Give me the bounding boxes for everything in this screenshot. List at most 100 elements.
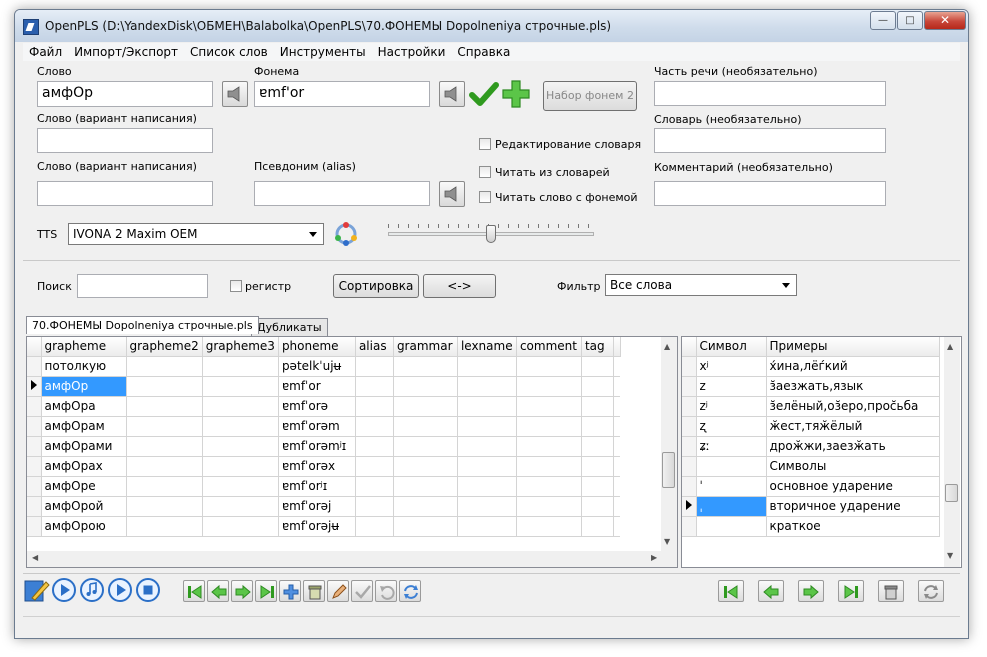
play-icon[interactable] [52, 578, 78, 602]
menu-word-list[interactable]: Список слов [184, 45, 274, 59]
cell-comment[interactable] [516, 456, 582, 477]
grid-vertical-scrollbar[interactable]: ▲ ▼ [661, 337, 677, 551]
cell-grapheme2[interactable] [126, 376, 203, 397]
cell-grapheme2[interactable] [126, 496, 203, 517]
row-header[interactable] [27, 516, 42, 537]
scroll-thumb[interactable] [945, 484, 958, 502]
cell-alias[interactable] [355, 356, 394, 377]
col-alias[interactable]: alias [355, 337, 394, 357]
cell-alias[interactable] [355, 416, 394, 437]
cell-comment[interactable] [516, 516, 582, 537]
cell-grapheme[interactable]: амфОрах [41, 456, 127, 477]
scroll-left-icon[interactable]: ◀ [32, 553, 38, 562]
spelling2-field[interactable] [37, 181, 213, 206]
cell-grapheme2[interactable] [126, 516, 203, 537]
list-item[interactable]: краткое [682, 516, 940, 537]
menu-settings[interactable]: Настройки [372, 45, 452, 59]
add-plus-icon[interactable] [502, 80, 530, 108]
row-header[interactable] [682, 456, 697, 477]
list-item[interactable]: xʲ х́ина,лёѓкий [682, 356, 940, 377]
cell-grapheme[interactable]: амфОрою [41, 516, 127, 537]
cell-grapheme3[interactable] [202, 376, 279, 397]
cell-grapheme3[interactable] [202, 416, 279, 437]
cell-phoneme[interactable]: ɐmfˈorəj [278, 496, 356, 517]
symbols-next-button[interactable] [798, 580, 824, 602]
cell-lexname[interactable] [457, 376, 517, 397]
row-header[interactable] [27, 456, 42, 477]
cell-symbol[interactable]: xʲ [696, 356, 767, 377]
cell-comment[interactable] [516, 376, 582, 397]
cell-grapheme3[interactable] [202, 516, 279, 537]
col-grammar[interactable]: grammar [393, 337, 458, 357]
row-header[interactable] [682, 496, 697, 517]
cell-grapheme[interactable]: амфОрой [41, 496, 127, 517]
voice-settings-icon[interactable] [333, 221, 359, 247]
apply-check-icon[interactable] [469, 80, 499, 108]
tts-rate-slider[interactable] [388, 224, 594, 246]
cell-tag[interactable] [581, 376, 614, 397]
cell-grapheme2[interactable] [126, 356, 203, 377]
row-header[interactable] [27, 416, 42, 437]
col-lexname[interactable]: lexname [457, 337, 517, 357]
cell-lexname[interactable] [457, 476, 517, 497]
list-item[interactable]: ˈ основное ударение [682, 476, 940, 497]
cell-grapheme2[interactable] [126, 416, 203, 437]
add-record-button[interactable] [279, 580, 301, 602]
slider-thumb[interactable] [486, 225, 496, 243]
cell-comment[interactable] [516, 416, 582, 437]
symbols-delete-button[interactable] [878, 580, 904, 602]
cell-alias[interactable] [355, 396, 394, 417]
row-header[interactable] [27, 476, 42, 497]
read-phoneme-checkbox[interactable] [479, 191, 491, 203]
col-comment[interactable]: comment [516, 337, 582, 357]
post-record-button[interactable] [351, 580, 373, 602]
row-header[interactable] [682, 436, 697, 457]
comment-field[interactable] [654, 181, 886, 206]
search-input[interactable] [77, 274, 208, 298]
cell-comment[interactable] [516, 496, 582, 517]
cell-example[interactable]: ӂест,тяӂёлый [766, 416, 940, 437]
list-item[interactable]: ˌ вторичное ударение [682, 496, 940, 517]
cell-grammar[interactable] [393, 496, 458, 517]
scroll-right-icon[interactable]: ▶ [651, 553, 657, 562]
cell-lexname[interactable] [457, 396, 517, 417]
list-item[interactable]: ʑː дроӂжи,заезӂать [682, 436, 940, 457]
sort-button[interactable]: Сортировка [333, 274, 419, 298]
grid-horizontal-scrollbar[interactable]: ◀ ▶ [27, 551, 677, 567]
tab-dictionary[interactable]: 70.ФОНЕМЫ Dopolneniya строчные.pls [26, 316, 259, 334]
cell-grammar[interactable] [393, 396, 458, 417]
row-header[interactable] [27, 496, 42, 517]
tts-voice-select[interactable]: IVONA 2 Maxim OEM [68, 223, 324, 245]
cell-grapheme[interactable]: амфОре [41, 476, 127, 497]
cell-tag[interactable] [581, 516, 614, 537]
cell-tag[interactable] [581, 456, 614, 477]
cell-grapheme3[interactable] [202, 456, 279, 477]
cell-grapheme[interactable]: потолкую [41, 356, 127, 377]
list-item[interactable]: Символы [682, 456, 940, 477]
phoneme-set-button[interactable]: Набор фонем 2 [543, 81, 637, 111]
cell-example[interactable]: х́ина,лёѓкий [766, 356, 940, 377]
delete-record-button[interactable] [303, 580, 325, 602]
cell-lexname[interactable] [457, 356, 517, 377]
word-field[interactable]: амфОр [37, 81, 213, 107]
cell-alias[interactable] [355, 436, 394, 457]
cell-alias[interactable] [355, 516, 394, 537]
cell-comment[interactable] [516, 436, 582, 457]
col-examples[interactable]: Примеры [766, 337, 940, 357]
edit-record-button[interactable] [327, 580, 349, 602]
row-header[interactable] [682, 376, 697, 397]
row-header[interactable] [27, 376, 42, 397]
alias-field[interactable] [254, 181, 430, 206]
cell-grapheme[interactable]: амфОра [41, 396, 127, 417]
symbols-vertical-scrollbar[interactable]: ▲ ▼ [944, 337, 960, 567]
play-music-icon[interactable] [80, 578, 106, 602]
tab-duplicates[interactable]: Дубликаты [251, 318, 328, 336]
cell-grapheme[interactable]: амфОрами [41, 436, 127, 457]
list-item[interactable]: ʐ ӂест,тяӂёлый [682, 416, 940, 437]
stop-icon[interactable] [136, 578, 162, 602]
col-symbol[interactable]: Символ [696, 337, 767, 357]
cell-lexname[interactable] [457, 436, 517, 457]
cell-example[interactable]: краткое [766, 516, 940, 537]
phoneme-field[interactable]: ɐmf'or [254, 81, 430, 107]
cell-alias[interactable] [355, 456, 394, 477]
